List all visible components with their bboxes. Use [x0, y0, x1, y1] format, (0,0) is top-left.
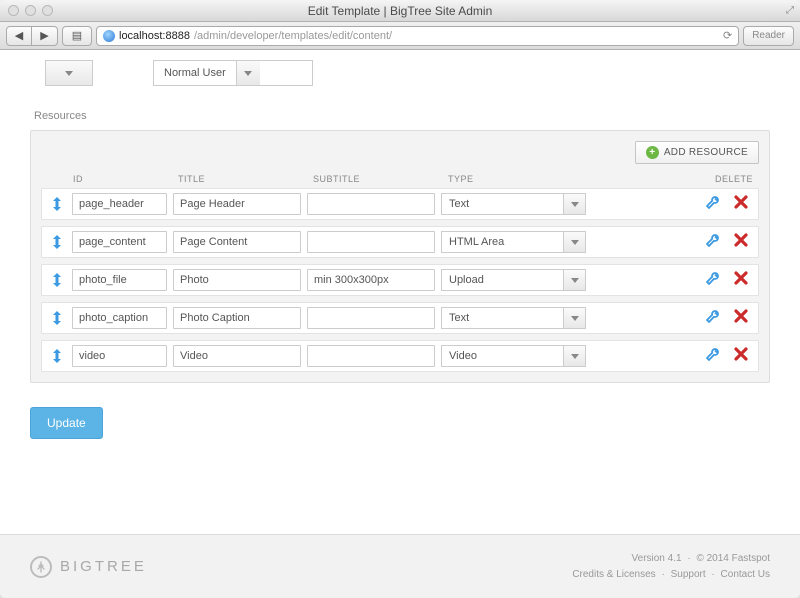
- resource-title-input[interactable]: [173, 307, 301, 329]
- delete-icon[interactable]: [734, 309, 748, 327]
- resource-type-dropdown[interactable]: Text: [441, 307, 586, 329]
- settings-icon[interactable]: [706, 348, 720, 365]
- resource-type-label: Text: [442, 198, 563, 210]
- delete-icon[interactable]: [734, 271, 748, 289]
- footer-link-contact[interactable]: Contact Us: [721, 569, 770, 580]
- resource-subtitle-input[interactable]: [307, 345, 435, 367]
- forward-button[interactable]: ▶: [32, 26, 58, 46]
- header-id: ID: [73, 174, 178, 184]
- chevron-down-icon: [563, 270, 585, 290]
- resource-row: Upload: [41, 264, 759, 296]
- resource-type-dropdown[interactable]: Text: [441, 193, 586, 215]
- resource-row: Text: [41, 302, 759, 334]
- resource-id-input[interactable]: [72, 193, 167, 215]
- url-bar[interactable]: localhost:8888/admin/developer/templates…: [96, 26, 739, 46]
- top-dropdown-row: Normal User: [30, 50, 770, 106]
- settings-icon[interactable]: [706, 234, 720, 251]
- logo-icon: [30, 556, 52, 578]
- section-label-resources: Resources: [34, 110, 770, 122]
- resource-type-label: Video: [442, 350, 563, 362]
- plus-icon: +: [646, 146, 659, 159]
- resource-id-input[interactable]: [72, 307, 167, 329]
- level-dropdown[interactable]: Normal User: [153, 60, 313, 86]
- close-window-button[interactable]: [8, 5, 19, 16]
- header-title: TITLE: [178, 174, 313, 184]
- resource-title-input[interactable]: [173, 193, 301, 215]
- resource-subtitle-input[interactable]: [307, 231, 435, 253]
- url-path: /admin/developer/templates/edit/content/: [194, 30, 392, 42]
- drag-handle-icon[interactable]: [48, 311, 66, 325]
- resource-subtitle-input[interactable]: [307, 307, 435, 329]
- delete-icon[interactable]: [734, 195, 748, 213]
- bookmarks-button[interactable]: ▤: [62, 26, 92, 46]
- resource-title-input[interactable]: [173, 345, 301, 367]
- chevron-down-icon: [563, 194, 585, 214]
- chevron-down-icon: [563, 232, 585, 252]
- resource-subtitle-input[interactable]: [307, 193, 435, 215]
- reload-icon[interactable]: ⟳: [723, 29, 732, 42]
- resource-type-dropdown[interactable]: Upload: [441, 269, 586, 291]
- globe-icon: [103, 30, 115, 42]
- chevron-down-icon: [563, 308, 585, 328]
- level-dropdown-label: Normal User: [154, 67, 236, 79]
- delete-icon[interactable]: [734, 347, 748, 365]
- settings-icon[interactable]: [706, 310, 720, 327]
- chevron-down-icon: [563, 346, 585, 366]
- resource-row: Video: [41, 340, 759, 372]
- header-subtitle: SUBTITLE: [313, 174, 448, 184]
- footer-link-support[interactable]: Support: [671, 569, 706, 580]
- add-resource-label: ADD RESOURCE: [664, 147, 748, 158]
- page-footer: BIGTREE Version 4.1 · © 2014 Fastspot Cr…: [0, 534, 800, 598]
- fullscreen-icon[interactable]: ⤢: [786, 5, 794, 16]
- update-button[interactable]: Update: [30, 407, 103, 439]
- footer-copyright: © 2014 Fastspot: [696, 553, 770, 564]
- resources-panel: + ADD RESOURCE ID TITLE SUBTITLE TYPE DE…: [30, 130, 770, 383]
- footer-link-credits[interactable]: Credits & Licenses: [572, 569, 655, 580]
- icon-dropdown[interactable]: [45, 60, 93, 86]
- resource-subtitle-input[interactable]: [307, 269, 435, 291]
- traffic-lights: [8, 5, 53, 16]
- drag-handle-icon[interactable]: [48, 273, 66, 287]
- drag-handle-icon[interactable]: [48, 349, 66, 363]
- add-resource-button[interactable]: + ADD RESOURCE: [635, 141, 759, 164]
- resources-header-row: ID TITLE SUBTITLE TYPE DELETE: [41, 170, 759, 188]
- resource-type-label: HTML Area: [442, 236, 563, 248]
- reader-button[interactable]: Reader: [743, 26, 794, 46]
- browser-toolbar: ◀ ▶ ▤ localhost:8888/admin/developer/tem…: [0, 22, 800, 50]
- settings-icon[interactable]: [706, 272, 720, 289]
- header-type: TYPE: [448, 174, 598, 184]
- chevron-down-icon: [46, 61, 92, 85]
- resource-type-dropdown[interactable]: HTML Area: [441, 231, 586, 253]
- header-delete: DELETE: [703, 174, 753, 184]
- back-button[interactable]: ◀: [6, 26, 32, 46]
- brand-name: BIGTREE: [60, 558, 147, 575]
- resource-type-dropdown[interactable]: Video: [441, 345, 586, 367]
- window-titlebar: Edit Template | BigTree Site Admin ⤢: [0, 0, 800, 22]
- brand-logo: BIGTREE: [30, 556, 147, 578]
- resource-id-input[interactable]: [72, 269, 167, 291]
- resource-id-input[interactable]: [72, 345, 167, 367]
- footer-version: Version 4.1: [632, 553, 682, 564]
- minimize-window-button[interactable]: [25, 5, 36, 16]
- resource-type-label: Text: [442, 312, 563, 324]
- url-host: localhost:8888: [119, 30, 190, 42]
- resource-row: HTML Area: [41, 226, 759, 258]
- resource-row: Text: [41, 188, 759, 220]
- drag-handle-icon[interactable]: [48, 235, 66, 249]
- resource-type-label: Upload: [442, 274, 563, 286]
- resource-title-input[interactable]: [173, 231, 301, 253]
- delete-icon[interactable]: [734, 233, 748, 251]
- chevron-down-icon: [236, 61, 260, 85]
- window-title: Edit Template | BigTree Site Admin: [0, 4, 800, 18]
- resource-id-input[interactable]: [72, 231, 167, 253]
- settings-icon[interactable]: [706, 196, 720, 213]
- resource-title-input[interactable]: [173, 269, 301, 291]
- drag-handle-icon[interactable]: [48, 197, 66, 211]
- zoom-window-button[interactable]: [42, 5, 53, 16]
